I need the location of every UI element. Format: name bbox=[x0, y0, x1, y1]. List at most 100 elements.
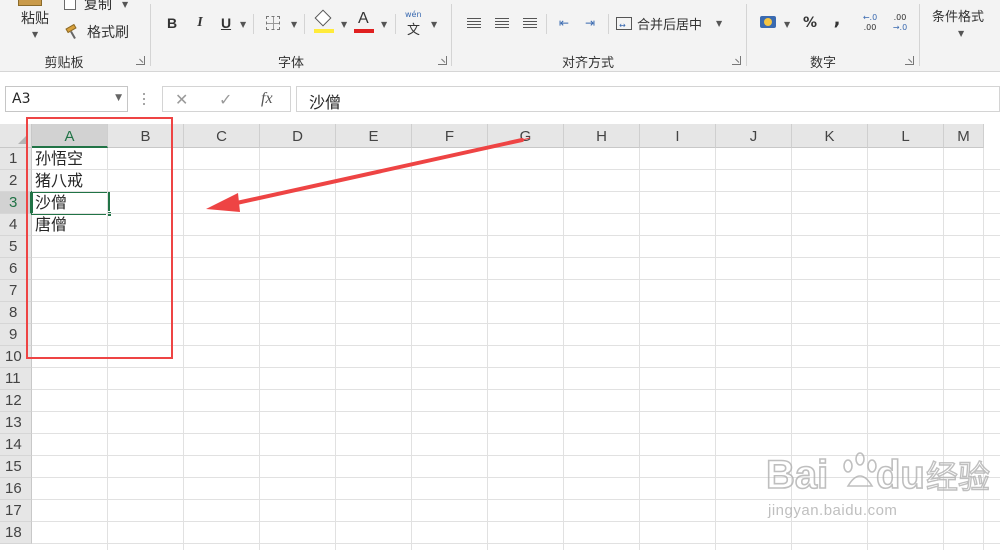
align-center-button[interactable] bbox=[492, 13, 512, 33]
format-painter-button[interactable]: 格式刷 bbox=[65, 22, 146, 42]
chevron-down-icon[interactable]: ▼ bbox=[784, 20, 790, 29]
percent-button[interactable]: % bbox=[799, 12, 821, 34]
row-header-11[interactable]: 11 bbox=[0, 368, 32, 390]
row-header-17[interactable]: 17 bbox=[0, 500, 32, 522]
align-center-icon bbox=[495, 18, 509, 28]
font-color-swatch bbox=[354, 29, 374, 33]
number-group-label: 数字 bbox=[809, 56, 837, 71]
highlight-box bbox=[26, 117, 173, 359]
column-header-c[interactable]: C bbox=[184, 124, 260, 148]
row-header-16[interactable]: 16 bbox=[0, 478, 32, 500]
formula-value: 沙僧 bbox=[309, 93, 342, 112]
font-group: B I U ▼ ▼ ▼ A ▼ wén 文 ▼ 字体 bbox=[151, 0, 451, 72]
paste-button[interactable]: 粘贴 ▼ bbox=[12, 0, 52, 46]
number-launcher-icon[interactable] bbox=[905, 56, 914, 65]
gridline bbox=[32, 367, 1000, 368]
accounting-format-button[interactable] bbox=[757, 11, 779, 33]
gridline bbox=[32, 191, 1000, 192]
align-right-button[interactable] bbox=[520, 13, 540, 33]
chevron-down-icon[interactable]: ▼ bbox=[291, 20, 297, 29]
chevron-down-icon[interactable]: ▼ bbox=[240, 20, 246, 29]
gridline bbox=[183, 148, 184, 550]
copy-icon bbox=[64, 0, 76, 10]
column-header-j[interactable]: J bbox=[716, 124, 792, 148]
divider bbox=[304, 14, 305, 34]
watermark: Bai du 经验 jingyan.baidu.com bbox=[764, 444, 994, 534]
styles-group: 条件格式 ▼ bbox=[920, 0, 1000, 72]
decrease-indent-button[interactable]: ⇤ bbox=[554, 13, 574, 33]
phonetic-top: wén bbox=[405, 10, 422, 19]
chevron-down-icon[interactable]: ▼ bbox=[341, 20, 347, 29]
chevron-down-icon[interactable]: ▼ bbox=[431, 20, 437, 29]
chevron-down-icon: ▼ bbox=[122, 0, 129, 9]
row-header-13[interactable]: 13 bbox=[0, 412, 32, 434]
chevron-down-icon: ▼ bbox=[958, 29, 965, 38]
divider bbox=[395, 14, 396, 34]
divider bbox=[608, 14, 609, 34]
column-header-h[interactable]: H bbox=[564, 124, 640, 148]
gridline bbox=[259, 148, 260, 550]
chevron-down-icon[interactable]: ▼ bbox=[115, 93, 122, 103]
baidu-logo-icon: Bai du 经验 bbox=[765, 452, 991, 498]
merge-center-label: 合并后居中 bbox=[637, 17, 703, 33]
gridline bbox=[32, 433, 1000, 434]
phonetic-button[interactable]: wén 文 bbox=[403, 10, 427, 38]
number-group: ▼ % , ←.0 .00 .00 →.0 数字 bbox=[747, 0, 919, 72]
gridline bbox=[32, 235, 1000, 236]
column-header-m[interactable]: M bbox=[944, 124, 984, 148]
fill-color-button[interactable] bbox=[313, 9, 335, 34]
formula-bar-grip-icon[interactable] bbox=[141, 90, 147, 108]
gridline bbox=[335, 148, 336, 550]
italic-button[interactable]: I bbox=[189, 12, 211, 34]
decrease-decimal-bottom: →.0 bbox=[892, 23, 908, 32]
gridline bbox=[32, 213, 1000, 214]
chevron-down-icon[interactable]: ▼ bbox=[381, 20, 387, 29]
column-header-i[interactable]: I bbox=[640, 124, 716, 148]
column-header-k[interactable]: K bbox=[792, 124, 868, 148]
clipboard-group-label: 剪贴板 bbox=[44, 56, 84, 71]
name-box-value: A3 bbox=[12, 91, 31, 107]
gridline bbox=[715, 148, 716, 550]
column-header-l[interactable]: L bbox=[868, 124, 944, 148]
formula-input[interactable]: 沙僧 bbox=[296, 86, 1000, 112]
paste-label: 粘贴 bbox=[21, 11, 49, 27]
gridline bbox=[487, 148, 488, 550]
row-header-14[interactable]: 14 bbox=[0, 434, 32, 456]
borders-icon bbox=[266, 16, 280, 30]
merge-center-button[interactable]: ↔ 合并后居中 ▼ bbox=[616, 12, 738, 34]
increase-decimal-button[interactable]: ←.0 .00 bbox=[857, 10, 883, 36]
cancel-icon[interactable]: ✕ bbox=[175, 90, 188, 109]
decrease-decimal-button[interactable]: .00 →.0 bbox=[887, 10, 913, 36]
alignment-launcher-icon[interactable] bbox=[732, 56, 741, 65]
paint-bucket-icon bbox=[314, 9, 332, 27]
align-left-button[interactable] bbox=[464, 13, 484, 33]
row-header-12[interactable]: 12 bbox=[0, 390, 32, 412]
row-header-18[interactable]: 18 bbox=[0, 522, 32, 544]
column-header-g[interactable]: G bbox=[488, 124, 564, 148]
insert-function-button[interactable]: fx bbox=[261, 90, 273, 108]
fill-color-swatch bbox=[314, 29, 334, 33]
underline-button[interactable]: U bbox=[215, 12, 237, 34]
column-header-d[interactable]: D bbox=[260, 124, 336, 148]
column-header-e[interactable]: E bbox=[336, 124, 412, 148]
chevron-down-icon: ▼ bbox=[716, 18, 723, 28]
font-launcher-icon[interactable] bbox=[438, 56, 447, 65]
borders-button[interactable] bbox=[263, 13, 283, 33]
bold-button[interactable]: B bbox=[161, 12, 183, 34]
name-box[interactable]: A3 ▼ bbox=[5, 86, 128, 112]
increase-decimal-top: ←.0 bbox=[862, 13, 878, 22]
copy-label: 复制 bbox=[84, 0, 112, 13]
font-color-button[interactable]: A bbox=[353, 10, 375, 34]
conditional-format-button[interactable]: 条件格式 ▼ bbox=[928, 0, 994, 44]
decrease-decimal-top: .00 bbox=[893, 13, 907, 22]
copy-button[interactable]: 复制 ▼ bbox=[64, 0, 144, 14]
formula-buttons: ✕ ✓ fx bbox=[162, 86, 291, 112]
row-header-15[interactable]: 15 bbox=[0, 456, 32, 478]
comma-button[interactable]: , bbox=[827, 8, 847, 30]
increase-indent-button[interactable]: ⇥ bbox=[580, 13, 600, 33]
column-header-f[interactable]: F bbox=[412, 124, 488, 148]
conditional-format-label: 条件格式 bbox=[932, 10, 985, 25]
enter-icon[interactable]: ✓ bbox=[219, 90, 232, 109]
svg-text:经验: 经验 bbox=[926, 458, 990, 496]
clipboard-launcher-icon[interactable] bbox=[136, 56, 145, 65]
